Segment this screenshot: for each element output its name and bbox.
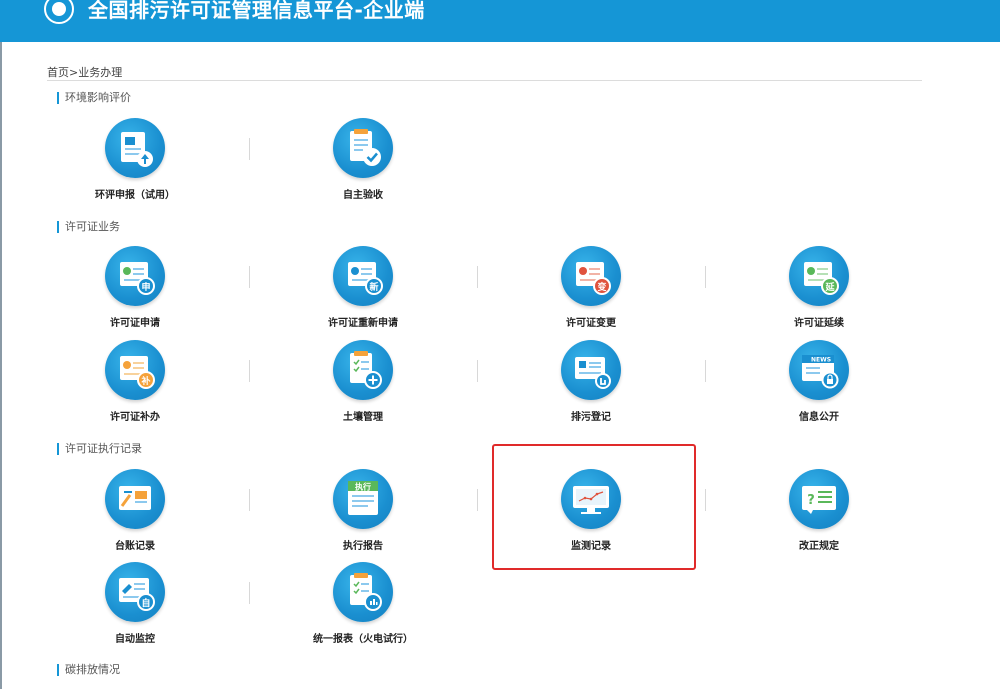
tile-self-acceptance[interactable]: 自主验收 (249, 118, 477, 210)
tile-label: 许可证延续 (794, 318, 844, 329)
badge-text: 补 (140, 375, 150, 387)
badge-text: 申 (141, 281, 150, 293)
certificate-change-icon: 变 (561, 246, 621, 306)
tile-label: 许可证变更 (566, 318, 616, 329)
tile-label: 执行报告 (343, 541, 383, 552)
badge-text: 新 (369, 281, 378, 293)
app-header: 全国排污许可证管理信息平台-企业端 (0, 0, 1000, 42)
tile-label: 土壤管理 (343, 412, 383, 423)
tile-eia-declaration[interactable]: 环评申报（试用） (21, 118, 249, 210)
section-title-execution-records: 许可证执行记录 (57, 443, 142, 455)
tile-label: 许可证重新申请 (328, 318, 398, 329)
tile-label: 自动监控 (115, 634, 155, 645)
certificate-reapply-icon: 新 (333, 246, 393, 306)
tile-unified-report[interactable]: 统一报表（火电试行） (249, 562, 477, 654)
tile-label: 台账记录 (115, 541, 155, 552)
left-edge-strip (0, 42, 2, 689)
tile-label: 信息公开 (799, 412, 839, 423)
tile-label: 改正规定 (799, 541, 839, 552)
unified-report-icon (333, 562, 393, 622)
breadcrumb[interactable]: 首页>业务办理 (47, 64, 122, 80)
tile-discharge-registration[interactable]: 排污登记 (477, 340, 705, 432)
news-disclosure-icon: NEWS (789, 340, 849, 400)
badge-text: 延 (824, 281, 835, 293)
emblem-icon (44, 0, 74, 24)
tile-soil-management[interactable]: 土壤管理 (249, 340, 477, 432)
app-title: 全国排污许可证管理信息平台-企业端 (88, 0, 425, 22)
execution-text: 执行 (355, 482, 371, 492)
upload-document-icon (105, 118, 165, 178)
tile-correction-rule[interactable]: ? 改正规定 (705, 469, 933, 561)
news-text: NEWS (811, 357, 831, 364)
tile-auto-monitor[interactable]: 自 自动监控 (21, 562, 249, 654)
correction-rule-icon: ? (789, 469, 849, 529)
certificate-reissue-icon: 补 (105, 340, 165, 400)
tile-label: 自主验收 (343, 190, 383, 201)
badge-text: 变 (597, 281, 606, 293)
execution-report-icon: 执行 (333, 469, 393, 529)
section-title-carbon-emission: 碳排放情况 (57, 664, 120, 676)
breadcrumb-divider (47, 80, 922, 81)
tile-label: 统一报表（火电试行） (313, 634, 413, 645)
badge-text: 自 (141, 597, 150, 609)
question-text: ? (807, 493, 815, 508)
tile-ledger-record[interactable]: 台账记录 (21, 469, 249, 561)
certificate-apply-icon: 申 (105, 246, 165, 306)
tile-label: 排污登记 (571, 412, 611, 423)
section-title-permit-business: 许可证业务 (57, 221, 120, 233)
certificate-extend-icon: 延 (789, 246, 849, 306)
ledger-record-icon (105, 469, 165, 529)
auto-monitor-icon: 自 (105, 562, 165, 622)
highlight-box (492, 444, 696, 570)
tile-execution-report[interactable]: 执行 执行报告 (249, 469, 477, 561)
section-title-eia: 环境影响评价 (57, 92, 131, 104)
tile-label: 许可证补办 (110, 412, 160, 423)
tile-info-disclosure[interactable]: NEWS 信息公开 (705, 340, 933, 432)
tile-label: 环评申报（试用） (95, 190, 175, 201)
tile-permit-reissue[interactable]: 补 许可证补办 (21, 340, 249, 432)
tile-permit-extend[interactable]: 延 许可证延续 (705, 246, 933, 338)
checklist-approve-icon (333, 118, 393, 178)
tile-permit-reapply[interactable]: 新 许可证重新申请 (249, 246, 477, 338)
discharge-registration-icon (561, 340, 621, 400)
soil-management-icon (333, 340, 393, 400)
tile-permit-change[interactable]: 变 许可证变更 (477, 246, 705, 338)
tile-permit-apply[interactable]: 申 许可证申请 (21, 246, 249, 338)
tile-label: 许可证申请 (110, 318, 160, 329)
